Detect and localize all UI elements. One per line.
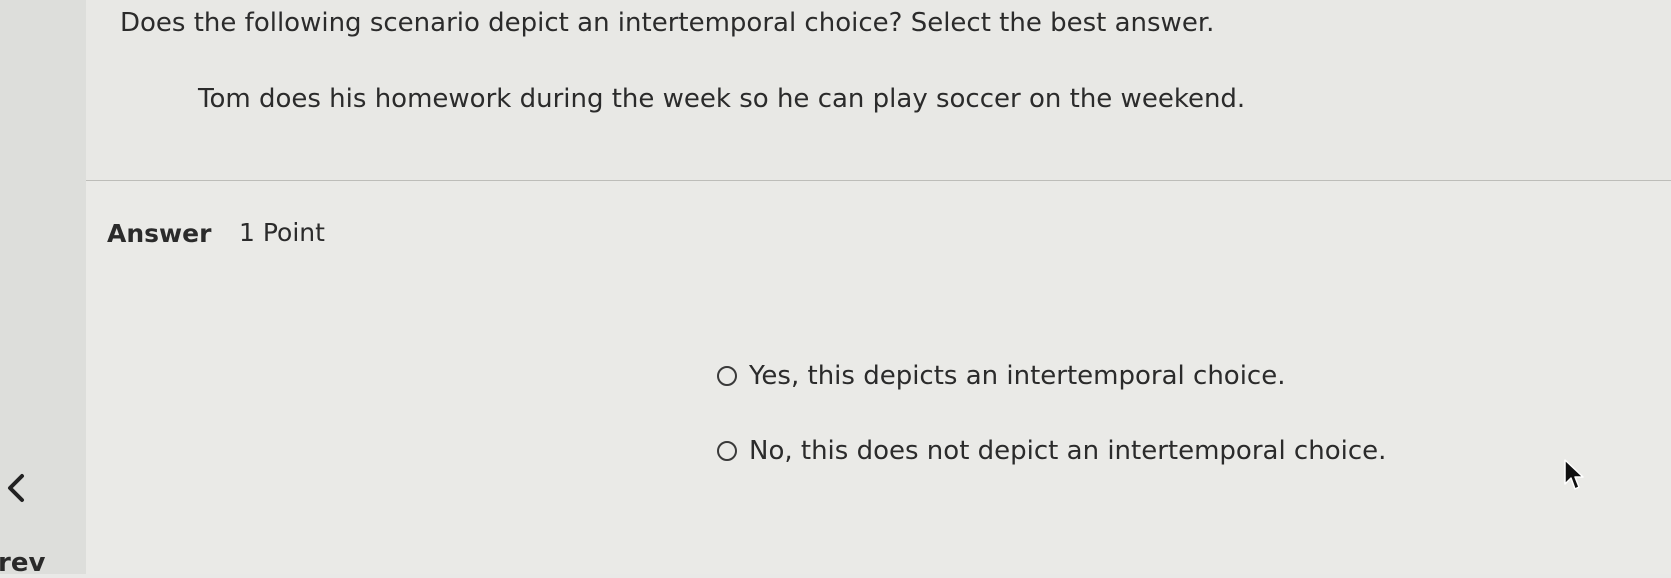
radio-unchecked-icon[interactable] xyxy=(717,366,737,386)
points-label: 1 Point xyxy=(239,218,325,247)
chevron-left-icon[interactable] xyxy=(2,468,30,508)
radio-unchecked-icon[interactable] xyxy=(717,441,737,461)
answer-option-no[interactable]: No, this does not depict an intertempora… xyxy=(717,436,1386,466)
left-navigation-rail: rev xyxy=(0,0,87,578)
answer-option-yes[interactable]: Yes, this depicts an intertemporal choic… xyxy=(717,361,1286,391)
answer-heading: Answer xyxy=(107,219,212,248)
answer-option-label[interactable]: Yes, this depicts an intertemporal choic… xyxy=(749,361,1286,391)
question-scenario: Tom does his homework during the week so… xyxy=(198,84,1246,114)
mouse-pointer-icon xyxy=(1564,459,1584,490)
question-prompt: Does the following scenario depict an in… xyxy=(120,8,1215,38)
answer-option-label[interactable]: No, this does not depict an intertempora… xyxy=(749,436,1386,466)
